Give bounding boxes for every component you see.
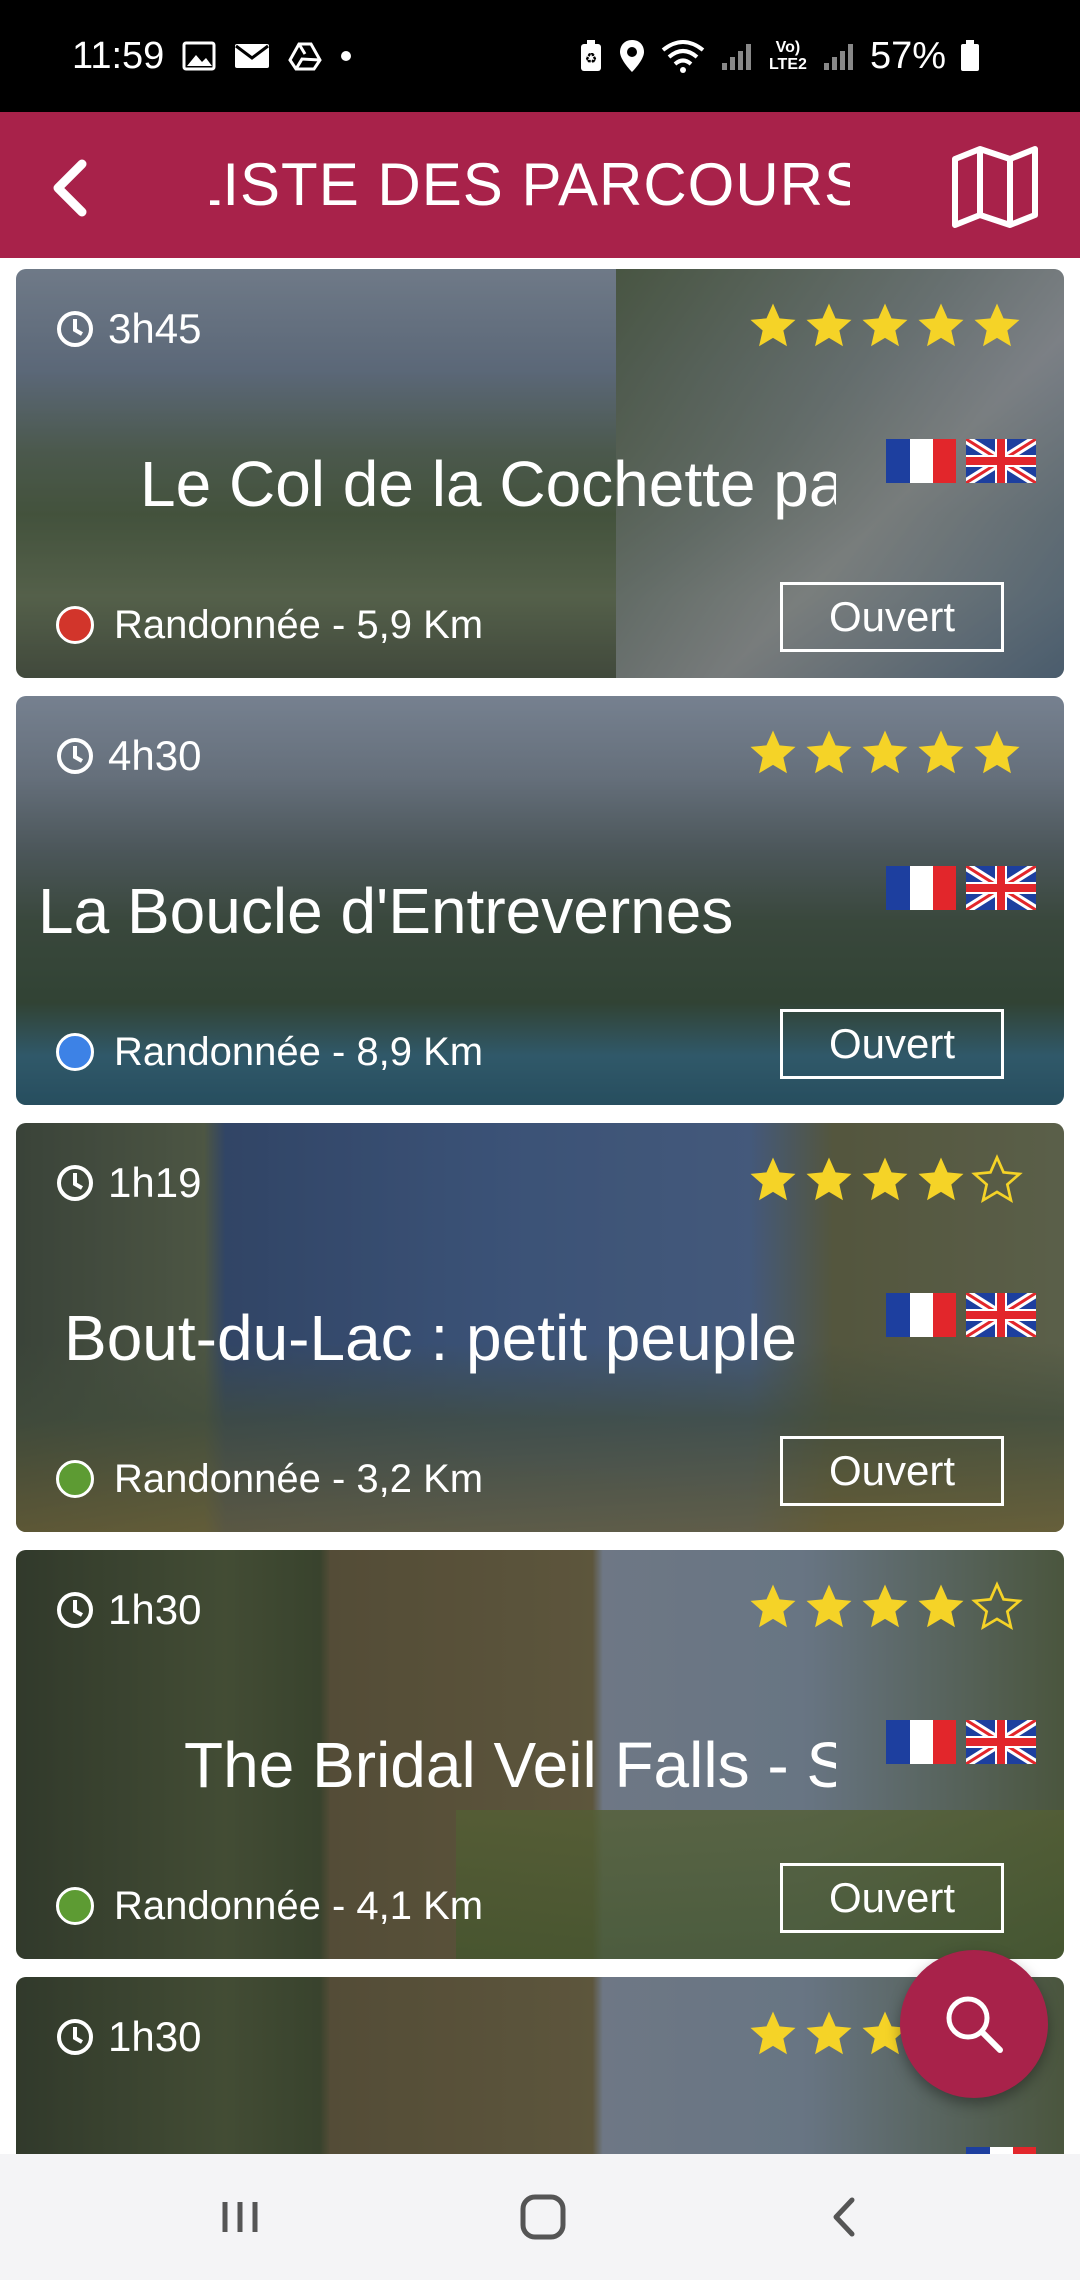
route-meta: Randonnée - 8,9 Km xyxy=(56,1026,483,1078)
system-nav-bar xyxy=(0,2154,1080,2280)
back-icon[interactable] xyxy=(800,2182,890,2252)
route-list: 3h45 Le Col de la Cochette par Randonnée… xyxy=(0,258,1080,2154)
language-flags xyxy=(886,1293,1036,1337)
star-empty-icon xyxy=(971,1581,1023,1631)
star-empty-icon xyxy=(971,1154,1023,1204)
star-filled-icon xyxy=(862,730,908,774)
star-filled-icon xyxy=(918,303,964,347)
status-time: 11:59 xyxy=(72,34,165,77)
uk-flag-icon xyxy=(966,866,1036,910)
rating-stars xyxy=(746,726,1024,780)
route-title: La Boucle d'Entrevernes xyxy=(38,875,734,947)
battery-icon xyxy=(961,40,979,71)
battery-saver-icon: ♻ xyxy=(580,40,601,71)
status-button[interactable]: Ouvert xyxy=(780,1009,1004,1079)
status-bar: 11:59 ♻ Vo) LTE2 57% xyxy=(0,0,1080,112)
language-flags xyxy=(966,2147,1036,2154)
star-filled-icon xyxy=(918,1157,964,1201)
language-flags xyxy=(886,866,1036,910)
star-filled-icon xyxy=(750,1157,796,1201)
star-filled-icon xyxy=(806,1157,852,1201)
wifi-icon xyxy=(661,40,705,73)
route-card[interactable]: 4h30 La Boucle d'Entrevernes Randonnée -… xyxy=(16,696,1064,1105)
gallery-icon xyxy=(182,41,216,71)
clock-icon xyxy=(57,2019,93,2055)
rating-stars xyxy=(746,299,1024,353)
rating-stars xyxy=(746,1153,1024,1207)
mail-icon xyxy=(235,44,270,68)
clock-icon xyxy=(57,1165,93,1201)
recent-apps-icon[interactable] xyxy=(195,2182,285,2252)
star-filled-icon xyxy=(750,1584,796,1628)
duration: 1h19 xyxy=(56,1157,201,1209)
star-filled-icon xyxy=(918,730,964,774)
clock-icon xyxy=(57,311,93,347)
route-card[interactable]: 3h45 Le Col de la Cochette par Randonnée… xyxy=(16,269,1064,678)
drive-icon xyxy=(288,42,323,71)
uk-flag-icon xyxy=(966,439,1036,483)
route-meta: Randonnée - 4,1 Km xyxy=(56,1880,483,1932)
search-button[interactable] xyxy=(900,1950,1048,2098)
route-card[interactable]: 1h30 The Bridal Veil Falls - S Randonnée… xyxy=(16,1550,1064,1959)
duration: 1h30 xyxy=(56,1584,201,1636)
uk-flag-icon xyxy=(966,1720,1036,1764)
route-title: Bout-du-Lac : petit peuple xyxy=(64,1302,797,1374)
star-filled-icon xyxy=(918,1584,964,1628)
star-filled-icon xyxy=(750,2011,796,2055)
difficulty-dot xyxy=(56,1887,94,1925)
route-title: Le Col de la Cochette par xyxy=(140,448,836,520)
fr-flag-icon xyxy=(886,1720,956,1764)
difficulty-dot xyxy=(56,606,94,644)
duration: 1h30 xyxy=(56,2011,201,2063)
clock-icon xyxy=(57,738,93,774)
route-card[interactable]: 1h19 Bout-du-Lac : petit peuple Randonné… xyxy=(16,1123,1064,1532)
star-filled-icon xyxy=(862,1584,908,1628)
star-filled-icon xyxy=(806,730,852,774)
star-filled-icon xyxy=(806,1584,852,1628)
svg-text:♻: ♻ xyxy=(585,51,598,67)
signal-2-icon xyxy=(823,44,853,70)
duration: 4h30 xyxy=(56,730,201,782)
star-filled-icon xyxy=(806,303,852,347)
signal-icon xyxy=(721,44,751,70)
fr-flag-icon xyxy=(886,866,956,910)
clock-icon xyxy=(57,1592,93,1628)
difficulty-dot xyxy=(56,1033,94,1071)
star-filled-icon xyxy=(750,303,796,347)
difficulty-dot xyxy=(56,1460,94,1498)
network-label: Vo) LTE2 xyxy=(768,39,807,73)
uk-flag-icon xyxy=(966,1293,1036,1337)
search-icon xyxy=(946,1996,1003,2053)
status-button[interactable]: Ouvert xyxy=(780,582,1004,652)
battery-percent: 57% xyxy=(869,34,946,77)
fr-flag-icon xyxy=(886,1293,956,1337)
star-filled-icon xyxy=(806,2011,852,2055)
map-icon[interactable] xyxy=(950,145,1040,229)
language-flags xyxy=(886,439,1036,483)
app-bar: LISTE DES PARCOURS xyxy=(0,112,1080,258)
fr-flag-icon xyxy=(886,439,956,483)
route-title: The Bridal Veil Falls - S xyxy=(184,1729,836,1801)
route-meta: Randonnée - 5,9 Km xyxy=(56,599,483,651)
dot-icon xyxy=(341,51,352,61)
duration: 3h45 xyxy=(56,303,201,355)
page-title: LISTE DES PARCOURS xyxy=(210,151,850,218)
status-button[interactable]: Ouvert xyxy=(780,1436,1004,1506)
home-icon[interactable] xyxy=(498,2182,588,2252)
location-icon xyxy=(619,40,644,72)
star-filled-icon xyxy=(974,730,1020,774)
rating-stars xyxy=(746,1580,1024,1634)
star-filled-icon xyxy=(974,303,1020,347)
fr-flag-icon xyxy=(966,2147,1036,2154)
chevron-left-icon[interactable] xyxy=(30,148,110,228)
language-flags xyxy=(886,1720,1036,1764)
star-filled-icon xyxy=(862,303,908,347)
star-filled-icon xyxy=(750,730,796,774)
star-filled-icon xyxy=(862,1157,908,1201)
status-button[interactable]: Ouvert xyxy=(780,1863,1004,1933)
route-meta: Randonnée - 3,2 Km xyxy=(56,1453,483,1505)
